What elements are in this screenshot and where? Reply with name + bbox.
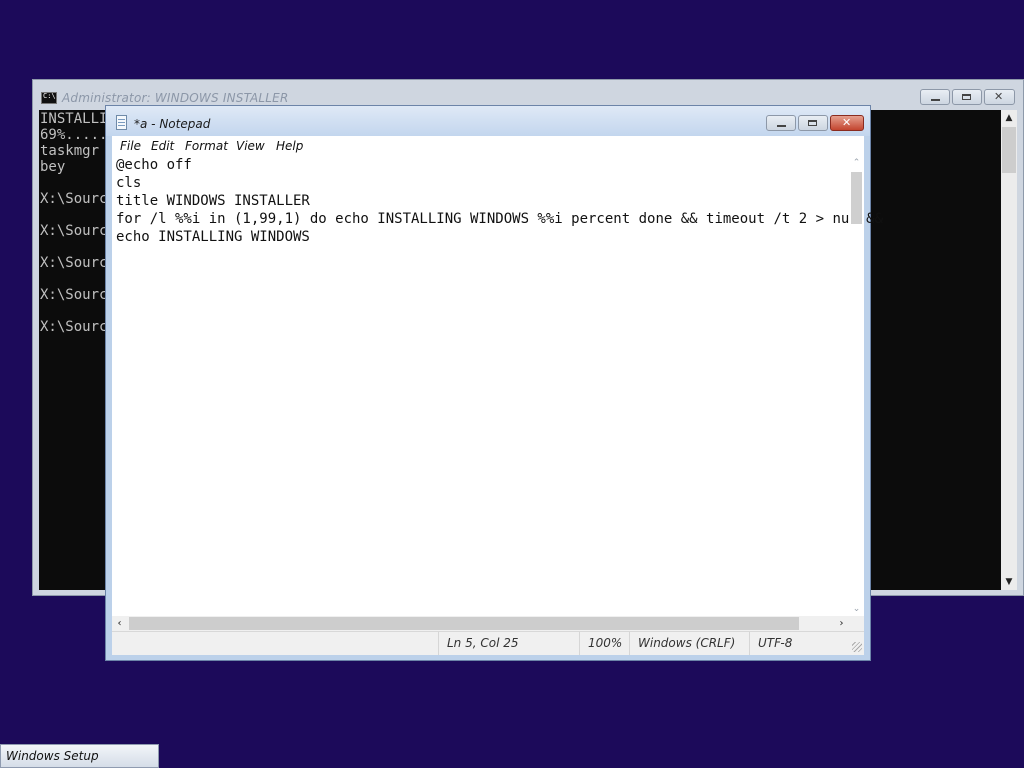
editor-line: title WINDOWS INSTALLER — [116, 193, 310, 209]
scroll-up-arrow-icon[interactable]: ▲ — [1001, 110, 1017, 126]
cmd-icon — [41, 92, 57, 104]
status-line-ending: Windows (CRLF) — [629, 632, 749, 655]
horizontal-scrollbar[interactable]: ‹ › — [112, 616, 849, 631]
menu-view[interactable]: View — [236, 139, 265, 153]
horizontal-scroll-thumb[interactable] — [129, 617, 799, 630]
menu-bar: File Edit Format View Help — [112, 136, 864, 156]
console-line: 69%..... — [40, 127, 108, 143]
scroll-left-chevron-icon[interactable]: ‹ — [112, 616, 127, 631]
scroll-right-chevron-icon[interactable]: › — [834, 616, 849, 631]
editor-line: cls — [116, 175, 142, 191]
status-zoom: 100% — [579, 632, 629, 655]
notepad-close-button[interactable] — [830, 115, 864, 131]
status-bar: Ln 5, Col 25 100% Windows (CRLF) UTF-8 — [112, 631, 864, 655]
notepad-title-bar[interactable]: *a - Notepad — [106, 106, 870, 136]
scrollbar-corner — [849, 616, 864, 631]
console-line: X:\Sourc — [40, 223, 108, 239]
console-scrollbar[interactable]: ▲ ▼ — [1001, 110, 1017, 590]
console-line: X:\Sourc — [40, 319, 108, 335]
status-cursor-position: Ln 5, Col 25 — [438, 632, 579, 655]
editor-line: @echo off — [116, 157, 192, 173]
notepad-maximize-button[interactable] — [798, 115, 828, 131]
notepad-icon — [116, 115, 127, 130]
status-encoding: UTF-8 — [749, 632, 864, 655]
menu-edit[interactable]: Edit — [151, 139, 174, 153]
scroll-down-arrow-icon[interactable]: ▼ — [1001, 574, 1017, 590]
console-text: INSTALLI 69%..... taskmgr bey X:\Sourc X:\S… — [40, 111, 107, 335]
text-editor[interactable]: @echo off cls title WINDOWS INSTALLER for /… — [112, 156, 883, 616]
editor-line: echo INSTALLING WINDOWS — [116, 229, 310, 245]
console-minimize-button[interactable] — [920, 89, 950, 105]
windows-setup-taskbar-button[interactable]: Windows Setup — [0, 744, 159, 768]
console-maximize-button[interactable] — [952, 89, 982, 105]
editor-line: for /l %%i in (1,99,1) do echo INSTALLIN… — [116, 211, 884, 227]
console-line: X:\Sourc — [40, 191, 108, 207]
console-line: bey — [40, 159, 66, 175]
vertical-scroll-thumb[interactable] — [851, 172, 862, 224]
resize-grip-icon[interactable] — [852, 642, 862, 652]
editor-text: @echo off cls title WINDOWS INSTALLER for /… — [116, 156, 883, 246]
console-line: X:\Sourc — [40, 255, 108, 271]
console-line: taskmgr — [40, 143, 100, 159]
vertical-scrollbar[interactable]: ⌃ ⌄ — [849, 156, 864, 616]
menu-help[interactable]: Help — [276, 139, 303, 153]
notepad-window[interactable]: *a - Notepad File Edit Format View Help … — [105, 105, 883, 661]
menu-file[interactable]: File — [120, 139, 141, 153]
console-line: X:\Sourc — [40, 287, 108, 303]
console-line: INSTALLI — [40, 111, 108, 127]
console-scroll-thumb[interactable] — [1002, 127, 1016, 173]
windows-setup-label: Windows Setup — [6, 749, 99, 763]
menu-format[interactable]: Format — [185, 139, 228, 153]
scroll-up-chevron-icon[interactable]: ⌃ — [849, 156, 864, 170]
notepad-minimize-button[interactable] — [766, 115, 796, 131]
console-close-button[interactable] — [984, 89, 1015, 105]
notepad-title: *a - Notepad — [134, 117, 211, 131]
scroll-down-chevron-icon[interactable]: ⌄ — [849, 602, 864, 616]
console-title: Administrator: WINDOWS INSTALLER — [62, 91, 289, 105]
